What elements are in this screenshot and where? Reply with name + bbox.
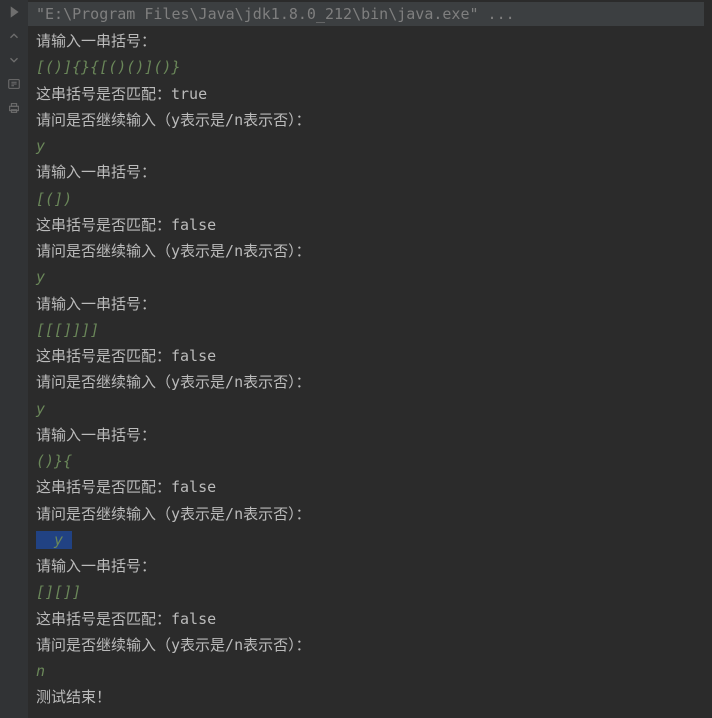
console-output-line: 请输入一串括号： bbox=[36, 422, 704, 448]
console-output-line: 请问是否继续输入（y表示是/n表示否）： bbox=[36, 632, 704, 658]
console-output-line: 这串括号是否匹配：false bbox=[36, 606, 704, 632]
console-input-line: y bbox=[36, 133, 704, 159]
console-input-line: [][]] bbox=[36, 579, 704, 605]
console-input-line: [(]) bbox=[36, 186, 704, 212]
console-output-line: 请输入一串括号： bbox=[36, 28, 704, 54]
console-output-line: 请问是否继续输入（y表示是/n表示否）： bbox=[36, 107, 704, 133]
console-output-line: 测试结束！ bbox=[36, 684, 704, 710]
console-output-line: 请输入一串括号： bbox=[36, 291, 704, 317]
rerun-icon[interactable] bbox=[4, 2, 24, 22]
console-input-line: n bbox=[36, 658, 704, 684]
console-output-line: 请输入一串括号： bbox=[36, 159, 704, 185]
console-output-line: 请输入一串括号： bbox=[36, 553, 704, 579]
console-output-line: 这串括号是否匹配：true bbox=[36, 81, 704, 107]
wrap-icon[interactable] bbox=[4, 74, 24, 94]
console-output-line: 请问是否继续输入（y表示是/n表示否）： bbox=[36, 238, 704, 264]
console-output-line: 这串括号是否匹配：false bbox=[36, 343, 704, 369]
console-output-line: 请问是否继续输入（y表示是/n表示否）： bbox=[36, 501, 704, 527]
scroll-down-icon[interactable] bbox=[4, 50, 24, 70]
console-input-line: [()]{}{[()()]()} bbox=[36, 54, 704, 80]
console-input-line: [[[]]]] bbox=[36, 317, 704, 343]
console-input-line: y bbox=[36, 396, 704, 422]
print-icon[interactable] bbox=[4, 98, 24, 118]
console-input-line: y bbox=[36, 264, 704, 290]
console-output-line: 这串括号是否匹配：false bbox=[36, 474, 704, 500]
console-output[interactable]: "E:\Program Files\Java\jdk1.8.0_212\bin\… bbox=[28, 0, 712, 718]
gutter bbox=[0, 0, 28, 718]
console-output-line: 请问是否继续输入（y表示是/n表示否）： bbox=[36, 369, 704, 395]
console-output-line: 这串括号是否匹配：false bbox=[36, 212, 704, 238]
console-header: "E:\Program Files\Java\jdk1.8.0_212\bin\… bbox=[28, 2, 704, 26]
console-input-line: ()}{ bbox=[36, 448, 704, 474]
console-input-line: y bbox=[36, 527, 704, 553]
scroll-up-icon[interactable] bbox=[4, 26, 24, 46]
selected-text: y bbox=[36, 531, 72, 549]
